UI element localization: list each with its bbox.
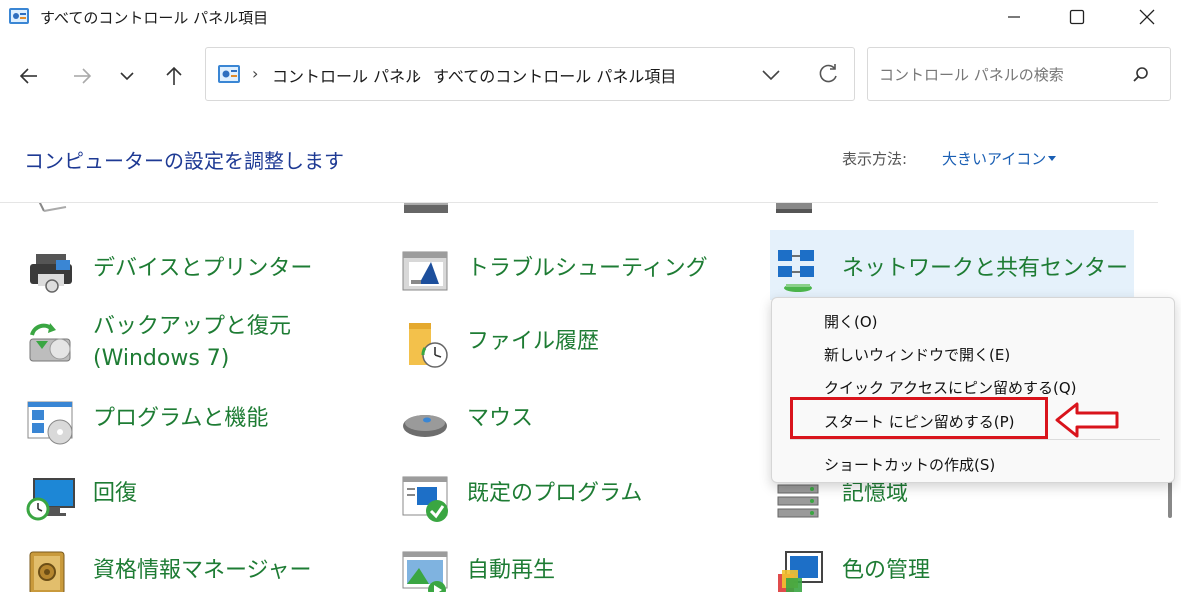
menu-item-pin-quick-access[interactable]: クイック アクセスにピン留めする(Q): [824, 377, 1077, 398]
arrow-left-icon: [19, 68, 37, 84]
context-menu: 開く(O) 新しいウィンドウで開く(E) クイック アクセスにピン留めする(Q)…: [771, 297, 1175, 483]
item-credential-manager[interactable]: 資格情報マネージャー: [26, 550, 366, 592]
item-default-programs[interactable]: 既定のプログラム: [401, 475, 741, 535]
minimize-button[interactable]: [989, 0, 1039, 34]
minimize-icon: [1008, 16, 1020, 18]
view-by-dropdown[interactable]: 大きいアイコン: [942, 148, 1046, 169]
mouse-icon: [403, 415, 447, 437]
color-icon: [778, 551, 823, 592]
breadcrumb-separator: ›: [252, 64, 259, 83]
address-bar[interactable]: › コントロール パネル › すべてのコントロール パネル項目: [205, 47, 855, 101]
menu-item-create-shortcut[interactable]: ショートカットの作成(S): [824, 454, 995, 475]
item-recovery[interactable]: 回復: [26, 475, 366, 535]
recovery-icon: [26, 478, 75, 521]
item-label: 既定のプログラム: [467, 481, 643, 506]
item-backup-restore[interactable]: バックアップと復元 (Windows 7): [26, 313, 366, 383]
item-label: プログラムと機能: [93, 406, 269, 431]
close-button[interactable]: [1122, 0, 1172, 34]
recent-locations-button[interactable]: [109, 58, 145, 94]
programs-icon: [27, 401, 73, 445]
scrollbar-thumb[interactable]: [1168, 478, 1172, 518]
item-label: 資格情報マネージャー: [93, 558, 312, 583]
item-label: ネットワークと共有センター: [842, 256, 1129, 281]
partial-item-icon: [38, 203, 67, 212]
item-storage-spaces[interactable]: 記憶域: [776, 475, 1116, 535]
up-button[interactable]: [156, 58, 192, 94]
annotation-highlight-box: [790, 397, 1048, 439]
credential-icon: [29, 551, 65, 592]
item-label: バックアップと復元: [93, 314, 292, 339]
item-label: デバイスとプリンター: [93, 256, 313, 281]
caret-down-icon[interactable]: [1048, 156, 1056, 161]
window-title: すべてのコントロール パネル項目: [40, 9, 269, 27]
arrow-up-icon: [166, 66, 182, 85]
page-title: コンピューターの設定を調整します: [24, 149, 344, 173]
item-label: 色の管理: [842, 558, 931, 583]
item-programs-features[interactable]: プログラムと機能: [26, 398, 366, 458]
search-icon[interactable]: [1132, 66, 1150, 84]
control-panel-icon: [218, 65, 240, 83]
item-troubleshooting[interactable]: トラブルシューティング: [401, 248, 741, 308]
view-by-label: 表示方法:: [842, 150, 908, 168]
breadcrumb-separator: ›: [413, 64, 420, 83]
partial-item-icon: [404, 203, 448, 213]
close-icon: [1139, 9, 1155, 25]
breadcrumb-control-panel[interactable]: コントロール パネル: [272, 63, 421, 87]
file-history-icon: [409, 323, 448, 368]
item-label: トラブルシューティング: [467, 256, 708, 281]
navigation-bar: › コントロール パネル › すべてのコントロール パネル項目 コントロール パ…: [0, 38, 1181, 114]
control-panel-window: すべてのコントロール パネル項目 › コントロール パネル › すべてのコントロ…: [0, 0, 1181, 592]
default-programs-icon: [402, 476, 448, 522]
back-button[interactable]: [11, 58, 47, 94]
item-label: ファイル履歴: [467, 329, 600, 354]
breadcrumb-all-items[interactable]: すべてのコントロール パネル項目: [433, 63, 676, 87]
search-box[interactable]: コントロール パネルの検索: [867, 47, 1171, 101]
forward-button[interactable]: [64, 58, 100, 94]
refresh-icon[interactable]: [815, 61, 841, 87]
menu-item-open-new-window[interactable]: 新しいウィンドウで開く(E): [824, 344, 1010, 365]
title-bar: すべてのコントロール パネル項目: [0, 0, 1181, 36]
item-devices-printers[interactable]: デバイスとプリンター: [26, 248, 366, 308]
autoplay-icon: [402, 551, 448, 592]
item-label: 回復: [93, 481, 138, 506]
menu-item-open[interactable]: 開く(O): [824, 311, 878, 332]
search-placeholder: コントロール パネルの検索: [879, 66, 1064, 84]
maximize-button[interactable]: [1052, 0, 1102, 34]
partial-item-icon: [776, 203, 812, 213]
chevron-down-icon[interactable]: [759, 63, 783, 87]
item-label-line2: (Windows 7): [93, 346, 230, 371]
item-autoplay[interactable]: 自動再生: [401, 550, 741, 592]
item-color-management[interactable]: 色の管理: [776, 550, 1116, 592]
arrow-right-icon: [74, 68, 92, 84]
maximize-icon: [1069, 9, 1085, 25]
item-file-history[interactable]: ファイル履歴: [401, 321, 741, 381]
control-panel-app-icon: [9, 8, 29, 24]
item-label: 自動再生: [467, 558, 556, 583]
item-label: マウス: [467, 406, 534, 431]
menu-separator: [790, 439, 1160, 440]
chevron-down-icon: [120, 72, 134, 81]
printer-icon: [30, 254, 72, 293]
network-icon: [778, 250, 814, 292]
troubleshoot-icon: [402, 251, 448, 291]
item-mouse[interactable]: マウス: [401, 398, 741, 458]
backup-icon: [29, 323, 71, 362]
annotation-arrow-left-icon: [1055, 402, 1119, 438]
